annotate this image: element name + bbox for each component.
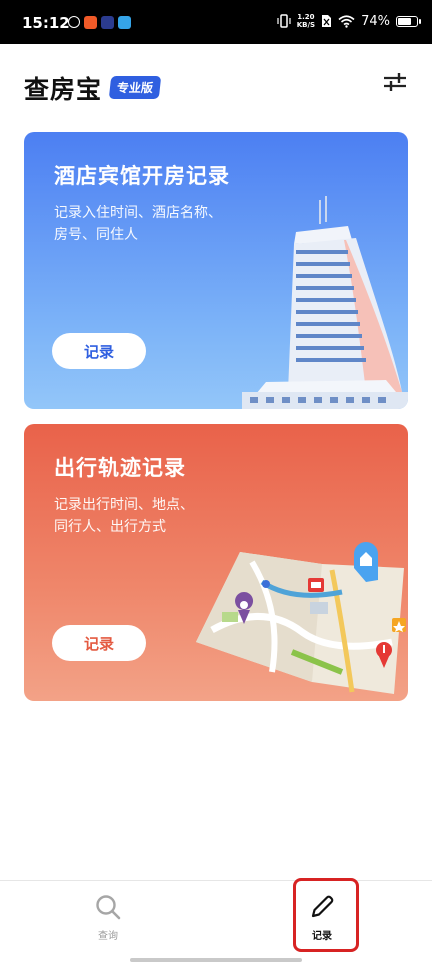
settings-button[interactable] [382, 70, 408, 94]
app-notification-icon [84, 16, 97, 29]
travel-card-description: 记录出行时间、地点、 同行人、出行方式 [54, 494, 274, 538]
sliders-icon [384, 73, 406, 91]
travel-card-title: 出行轨迹记录 [54, 456, 186, 480]
status-bar: 15:12 1.20 KB/S 74% [0, 0, 432, 44]
network-speed: 1.20 KB/S [297, 13, 315, 29]
travel-record-card[interactable]: 出行轨迹记录 记录出行时间、地点、 同行人、出行方式 记录 [24, 424, 408, 701]
nav-label-query: 查询 [98, 931, 118, 942]
travel-desc-line1: 记录出行时间、地点、 [54, 497, 194, 513]
nav-item-query[interactable]: 查询 [68, 893, 148, 942]
sim-off-icon [322, 15, 332, 27]
hotel-record-button[interactable]: 记录 [52, 333, 146, 369]
app-title: 查房宝 [24, 75, 103, 104]
travel-record-button[interactable]: 记录 [52, 625, 146, 661]
notification-icons [68, 16, 131, 29]
battery-percent: 74% [361, 13, 390, 29]
wifi-icon [338, 14, 355, 28]
hotel-record-card[interactable]: 酒店宾馆开房记录 记录入住时间、酒店名称、 房号、同住人 记录 [24, 132, 408, 409]
network-speed-value: 1.20 [297, 13, 315, 21]
status-right: 1.20 KB/S 74% [277, 13, 421, 29]
map-illustration [196, 542, 406, 694]
battery-fill [398, 17, 411, 25]
battery-icon [396, 15, 421, 27]
vibrate-icon [277, 14, 291, 28]
hotel-card-title: 酒店宾馆开房记录 [54, 164, 230, 188]
pro-badge: 专业版 [108, 76, 162, 99]
search-icon [96, 895, 121, 920]
highlight-box [293, 878, 359, 952]
status-time: 15:12 [22, 14, 70, 32]
app-notification-icon [118, 16, 131, 29]
app-notification-icon [68, 16, 80, 28]
hotel-building-illustration [242, 196, 408, 409]
play-notification-icon [101, 16, 114, 29]
travel-desc-line2: 同行人、出行方式 [54, 519, 166, 535]
network-speed-unit: KB/S [296, 21, 316, 29]
bottom-nav: 查询 记录 [0, 880, 432, 965]
home-indicator[interactable] [130, 958, 302, 962]
